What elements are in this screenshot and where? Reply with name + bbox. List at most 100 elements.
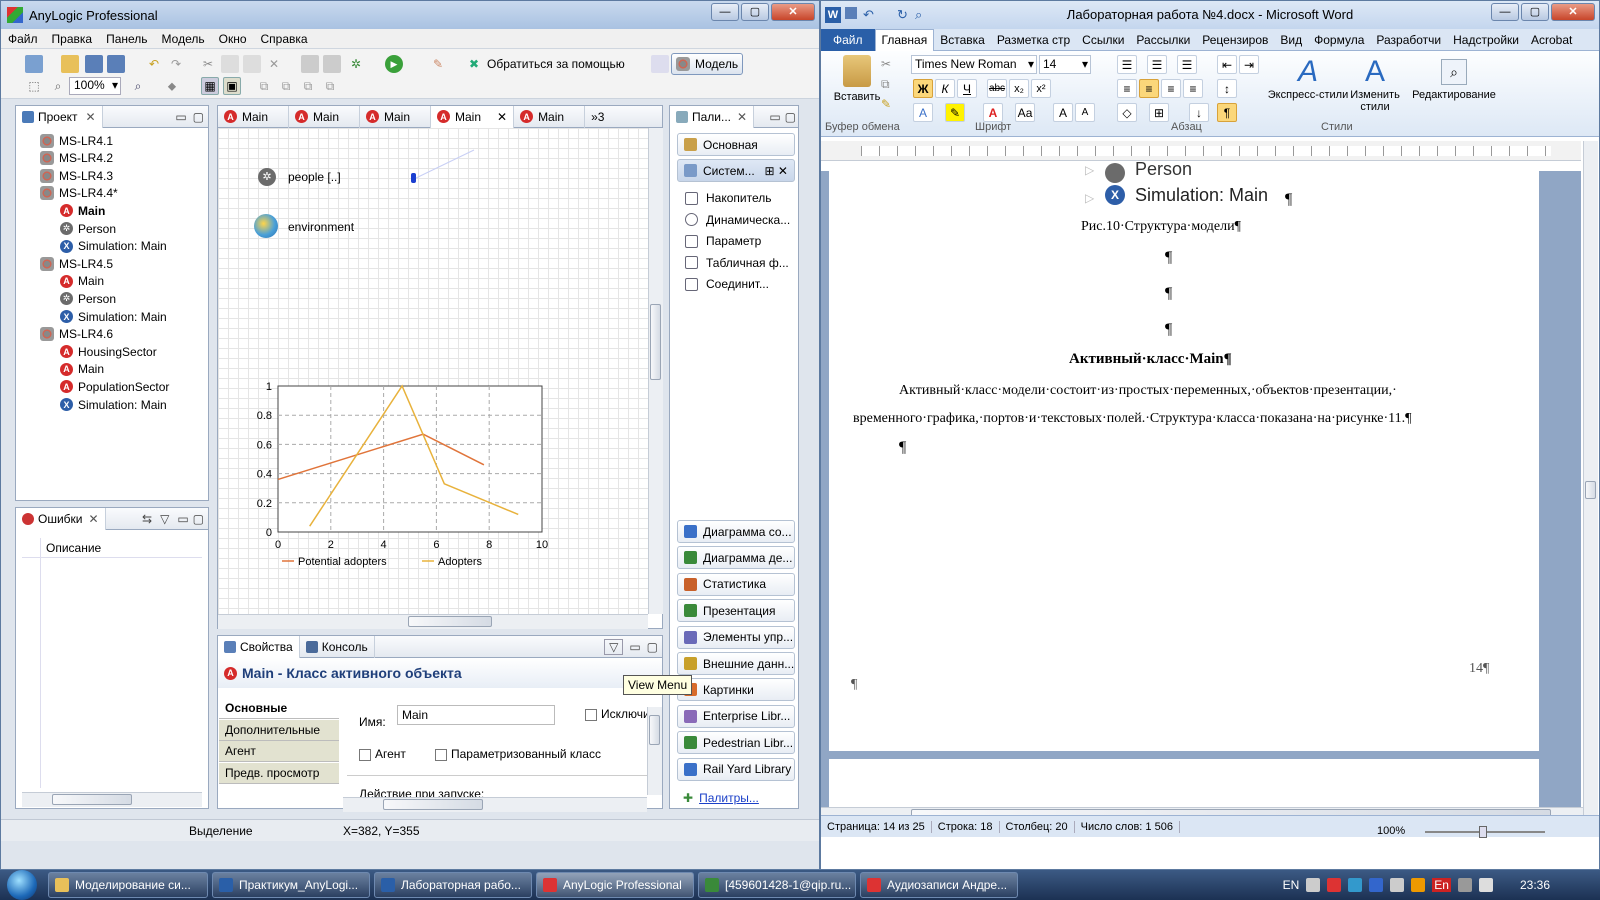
- align-center-button[interactable]: ≡: [1139, 79, 1159, 98]
- undo-icon[interactable]: ↶: [863, 1, 874, 29]
- minimize-panel-icon[interactable]: ▭: [169, 110, 192, 124]
- properties-sidetab[interactable]: Дополнительные: [219, 719, 339, 741]
- open-icon[interactable]: [61, 55, 79, 73]
- palette-section-button[interactable]: Элементы упр...: [677, 625, 795, 649]
- menu-item[interactable]: Правка: [45, 32, 100, 46]
- shrink-font-button[interactable]: A: [1075, 103, 1095, 122]
- name-input[interactable]: [397, 705, 555, 725]
- close-tab-icon[interactable]: ✕: [86, 110, 96, 124]
- tree-item[interactable]: MS-LR4.3: [40, 167, 113, 184]
- palette-system-button[interactable]: Систем... ⊞ ✕: [677, 159, 795, 182]
- build-icon[interactable]: [301, 55, 319, 73]
- editor-tab[interactable]: A Main: [218, 105, 289, 128]
- canvas-vscrollbar[interactable]: [648, 128, 663, 614]
- font-size-select[interactable]: 14 ▾: [1039, 55, 1091, 74]
- console-tab[interactable]: Консоль: [300, 635, 375, 658]
- tree-item[interactable]: MS-LR4.6: [40, 326, 113, 343]
- italic-button[interactable]: К: [935, 79, 955, 98]
- pin-icon[interactable]: ⬥: [163, 77, 181, 95]
- word-status-item[interactable]: Строка: 18: [932, 820, 1000, 833]
- palette-item[interactable]: Параметр: [685, 234, 761, 248]
- palette-item[interactable]: Накопитель: [685, 191, 772, 205]
- grid-icon[interactable]: ▦: [201, 77, 219, 95]
- people-agent-icon[interactable]: ✲: [258, 168, 276, 186]
- tray-icon[interactable]: [1327, 878, 1342, 892]
- decrease-indent-button[interactable]: ⇤: [1217, 55, 1237, 74]
- increase-indent-button[interactable]: ⇥: [1239, 55, 1259, 74]
- multilevel-button[interactable]: ☰: [1177, 55, 1197, 74]
- editing-button[interactable]: ⌕ Редактирование: [1409, 55, 1499, 117]
- properties-sidetab[interactable]: Агент: [219, 741, 339, 763]
- debug-icon[interactable]: ✲: [347, 55, 365, 73]
- borders-button[interactable]: ⊞: [1149, 103, 1169, 122]
- change-case-button[interactable]: Аа: [1015, 103, 1035, 122]
- save-icon[interactable]: [85, 55, 103, 73]
- exclude-checkbox[interactable]: Исключи: [585, 707, 649, 721]
- errors-hscrollbar[interactable]: [22, 792, 202, 807]
- bring-front-icon[interactable]: ⧉: [277, 77, 295, 95]
- agent-checkbox[interactable]: Агент: [359, 747, 406, 761]
- palette-tab[interactable]: Пали... ✕: [670, 105, 755, 128]
- font-color-button[interactable]: A: [983, 103, 1003, 122]
- line-spacing-button[interactable]: ↕: [1217, 79, 1237, 98]
- word-zoom-slider[interactable]: [1425, 826, 1545, 838]
- ribbon-tab[interactable]: Файл: [821, 28, 875, 51]
- tree-item[interactable]: ✲ Person: [60, 220, 116, 237]
- tray-icon[interactable]: [1411, 878, 1426, 892]
- subscript-button[interactable]: x₂: [1009, 79, 1029, 98]
- taskbar-item[interactable]: Практикум_AnyLogi...: [212, 872, 370, 898]
- properties-tab[interactable]: Свойства: [218, 635, 300, 658]
- editor-tab[interactable]: A Main: [289, 105, 360, 128]
- maximize-panel-icon[interactable]: ▢: [193, 512, 208, 526]
- bullets-button[interactable]: ☰: [1117, 55, 1137, 74]
- editor-tab[interactable]: A Main: [514, 105, 586, 128]
- close-button[interactable]: ✕: [771, 3, 815, 21]
- ribbon-tab[interactable]: Ссылки: [1076, 33, 1130, 47]
- document-page[interactable]: ▷ Person ▷ X Simulation: Main ¶ Рис.10·С…: [829, 159, 1539, 751]
- menu-item[interactable]: Модель: [155, 32, 212, 46]
- print-preview-icon[interactable]: ⌕: [915, 1, 922, 29]
- superscript-button[interactable]: x²: [1031, 79, 1051, 98]
- tree-item[interactable]: MS-LR4.2: [40, 150, 113, 167]
- tree-item[interactable]: A Main: [60, 273, 104, 290]
- font-name-select[interactable]: Times New Roman ▾: [911, 55, 1037, 74]
- word-vscrollbar[interactable]: [1583, 141, 1598, 821]
- properties-sidetab[interactable]: Основные: [219, 698, 339, 719]
- build-all-icon[interactable]: [323, 55, 341, 73]
- clock[interactable]: 23:36: [1520, 878, 1550, 892]
- taskbar-item[interactable]: Моделирование си...: [48, 872, 208, 898]
- format-painter-icon[interactable]: ✎: [881, 97, 891, 111]
- bold-button[interactable]: Ж: [913, 79, 933, 98]
- palette-section-button[interactable]: Картинки: [677, 678, 795, 702]
- properties-sidetab[interactable]: Предв. просмотр: [219, 763, 339, 785]
- maximize-panel-icon[interactable]: ▢: [647, 640, 662, 654]
- paste-icon[interactable]: [243, 55, 261, 73]
- properties-vscrollbar[interactable]: [647, 707, 662, 795]
- palette-section-button[interactable]: Pedestrian Libr...: [677, 731, 795, 755]
- palette-section-button[interactable]: Презентация: [677, 599, 795, 623]
- justify-button[interactable]: ≡: [1183, 79, 1203, 98]
- errors-tab[interactable]: Ошибки ✕: [16, 507, 106, 530]
- tree-item[interactable]: A PopulationSector: [60, 378, 169, 395]
- close-button[interactable]: ✕: [1551, 3, 1595, 21]
- language-indicator[interactable]: EN: [1283, 878, 1300, 892]
- delete-icon[interactable]: ✕: [265, 55, 283, 73]
- strikethrough-button[interactable]: abc: [987, 79, 1007, 98]
- taskbar-item[interactable]: AnyLogic Professional: [536, 872, 694, 898]
- group-icon[interactable]: ⧉: [321, 77, 339, 95]
- canvas-hscrollbar[interactable]: [218, 614, 648, 629]
- tree-item[interactable]: MS-LR4.5: [40, 255, 113, 272]
- palette-section-button[interactable]: Статистика: [677, 572, 795, 596]
- taskbar-item[interactable]: [459601428-1@qip.ru...: [698, 872, 856, 898]
- zoom-fit-icon[interactable]: ⌕: [129, 77, 147, 95]
- menu-item[interactable]: Окно: [212, 32, 254, 46]
- tree-item[interactable]: X Simulation: Main: [60, 396, 167, 413]
- align-icon[interactable]: ⧉: [255, 77, 273, 95]
- tree-item[interactable]: X Simulation: Main: [60, 308, 167, 325]
- ribbon-tab[interactable]: Главная: [874, 28, 935, 51]
- keyboard-layout-icon[interactable]: En: [1432, 878, 1451, 892]
- hammer-icon[interactable]: ✎: [429, 55, 447, 73]
- help-tools-icon[interactable]: ✖: [465, 55, 483, 73]
- copy-icon[interactable]: [221, 55, 239, 73]
- tree-item[interactable]: X Simulation: Main: [60, 238, 167, 255]
